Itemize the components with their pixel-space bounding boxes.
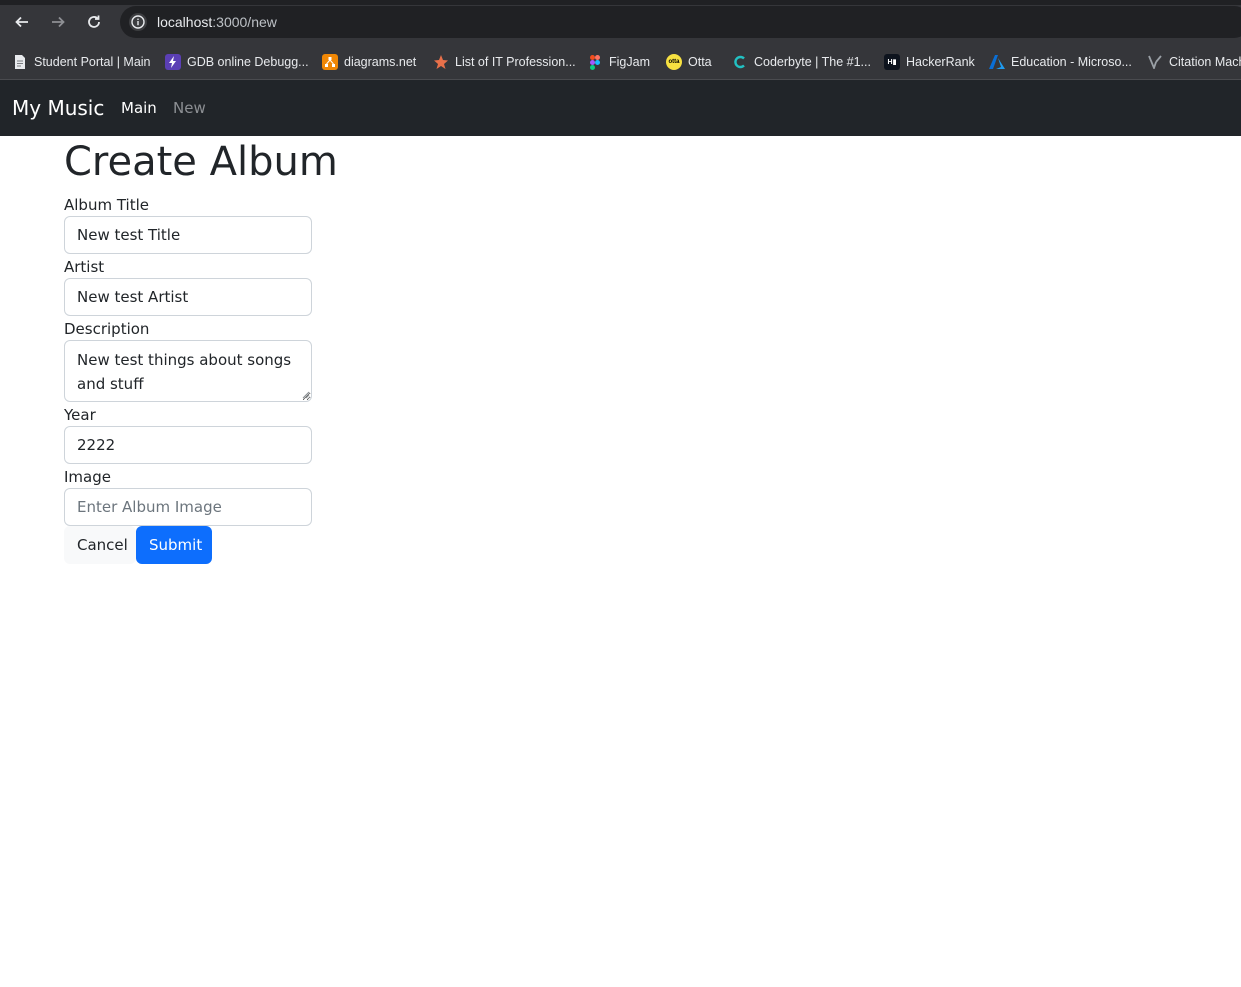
year-input[interactable]	[64, 426, 312, 464]
bookmark-label: Education - Microso...	[1011, 55, 1132, 69]
otta-icon: otta	[666, 54, 682, 70]
bookmark-label: HackerRank	[906, 55, 975, 69]
site-info-icon[interactable]	[129, 13, 147, 31]
bookmark-diagrams[interactable]: diagrams.net	[322, 52, 416, 72]
bookmark-coderbyte[interactable]: Coderbyte | The #1...	[732, 52, 871, 72]
description-textarea[interactable]	[64, 340, 312, 402]
page-title: Create Album	[64, 139, 338, 185]
description-label: Description	[64, 320, 150, 338]
tab-strip	[0, 0, 1241, 5]
year-label: Year	[64, 406, 96, 424]
bookmark-label: List of IT Profession...	[455, 55, 576, 69]
image-label: Image	[64, 468, 111, 486]
diagrams-icon	[322, 54, 338, 70]
artist-input[interactable]	[64, 278, 312, 316]
star-icon	[433, 54, 449, 70]
bookmark-citation-machine[interactable]: Citation Mach	[1147, 52, 1241, 72]
bookmark-hackerrank[interactable]: H▮ HackerRank	[884, 52, 975, 72]
document-icon	[12, 54, 28, 70]
url-path: :3000/new	[212, 14, 277, 30]
bookmark-education-microsoft[interactable]: Education - Microso...	[989, 52, 1132, 72]
back-button[interactable]	[11, 11, 33, 33]
bookmark-label: FigJam	[609, 55, 650, 69]
browser-toolbar: localhost:3000/new	[0, 0, 1241, 44]
bookmark-label: diagrams.net	[344, 55, 417, 69]
resize-handle-icon[interactable]	[302, 391, 310, 399]
artist-label: Artist	[64, 258, 105, 276]
bookmark-otta[interactable]: otta Otta	[666, 52, 712, 72]
forward-button[interactable]	[47, 11, 69, 33]
cancel-button[interactable]: Cancel	[64, 526, 136, 564]
address-bar[interactable]: localhost:3000/new	[120, 6, 1241, 38]
bookmark-gdb[interactable]: GDB online Debugg...	[165, 52, 309, 72]
gdb-icon	[165, 54, 181, 70]
album-title-input[interactable]	[64, 216, 312, 254]
album-title-label: Album Title	[64, 196, 149, 214]
citation-icon	[1147, 54, 1163, 70]
arrow-right-icon	[52, 16, 65, 28]
reload-icon	[88, 15, 100, 28]
arrow-left-icon	[15, 16, 28, 28]
nav-link-main[interactable]: Main	[121, 99, 157, 117]
bookmark-it-professions[interactable]: List of IT Profession...	[433, 52, 576, 72]
submit-button[interactable]: Submit	[136, 526, 212, 564]
bookmark-label: Student Portal | Main	[34, 55, 151, 69]
bookmark-label: Coderbyte | The #1...	[754, 55, 871, 69]
nav-link-new[interactable]: New	[173, 99, 206, 117]
app-navbar: My Music Main New	[0, 80, 1241, 136]
figma-icon	[587, 54, 603, 70]
coderbyte-icon	[732, 54, 748, 70]
url-host: localhost	[157, 14, 213, 30]
reload-button[interactable]	[83, 11, 105, 33]
bookmarks-bar: Student Portal | Main GDB online Debugg.…	[0, 44, 1241, 80]
azure-icon	[989, 54, 1005, 70]
navbar-brand[interactable]: My Music	[12, 96, 104, 120]
image-input[interactable]	[64, 488, 312, 526]
bookmark-figjam[interactable]: FigJam	[587, 52, 650, 72]
hackerrank-icon: H▮	[884, 54, 900, 70]
bookmark-label: Citation Mach	[1169, 55, 1241, 69]
url-text: localhost:3000/new	[157, 13, 277, 31]
bookmark-label: GDB online Debugg...	[187, 55, 309, 69]
bookmark-label: Otta	[688, 55, 712, 69]
bookmark-student-portal[interactable]: Student Portal | Main	[12, 52, 151, 72]
